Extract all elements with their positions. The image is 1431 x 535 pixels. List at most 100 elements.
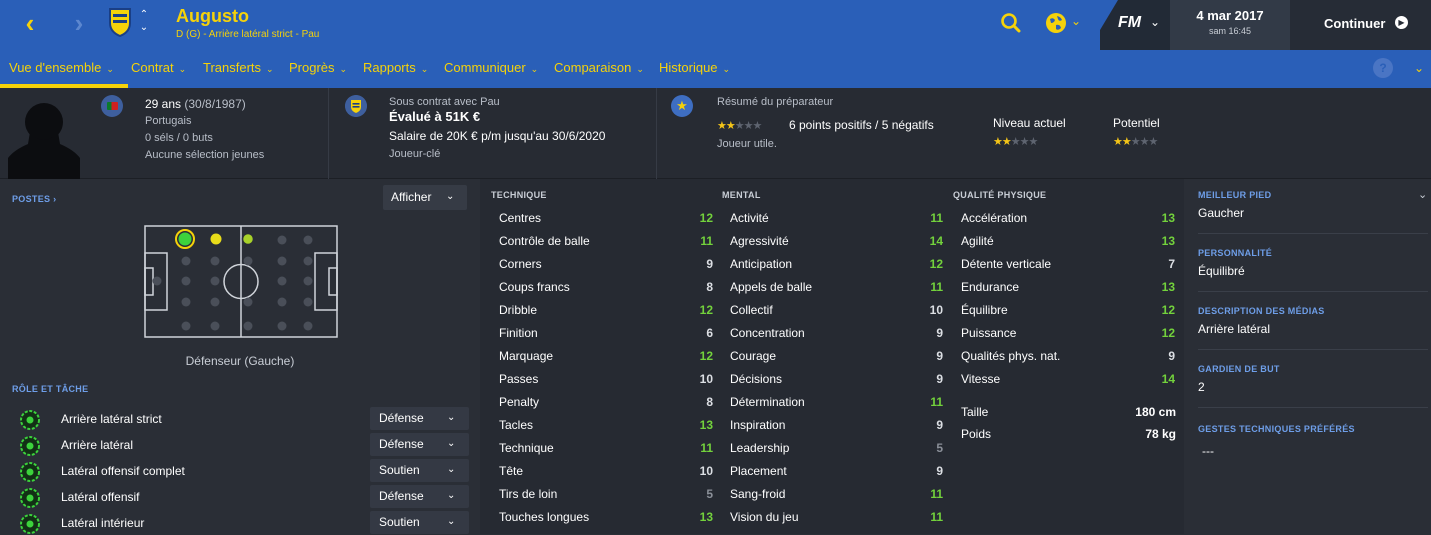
role-row[interactable]: Arrière latéral Défense ⌄ (0, 431, 480, 457)
player-switch-icon[interactable]: ⌃ ⌄ (137, 8, 151, 34)
attribute-row[interactable]: Penalty 8 (499, 391, 714, 414)
tab-history[interactable]: Historique ⌄ (659, 60, 730, 75)
attribute-value: 12 (699, 349, 713, 363)
attribute-row[interactable]: Concentration 9 (730, 322, 945, 345)
date-panel[interactable]: 4 mar 2017 sam 16:45 (1170, 0, 1290, 50)
search-icon[interactable] (998, 10, 1024, 36)
attribute-row[interactable]: Endurance 13 (961, 276, 1176, 299)
attribute-row[interactable]: Tacles 13 (499, 414, 714, 437)
attribute-row[interactable]: Détermination 11 (730, 391, 945, 414)
attribute-row[interactable]: Puissance 12 (961, 322, 1176, 345)
attribute-row[interactable]: Corners 9 (499, 253, 714, 276)
attribute-value: 10 (929, 303, 943, 317)
attribute-row[interactable]: Vision du jeu 11 (730, 506, 945, 529)
attribute-row[interactable]: Tirs de loin 5 (499, 483, 714, 506)
attribute-row[interactable]: Collectif 10 (730, 299, 945, 322)
attribute-value: 13 (1161, 211, 1175, 225)
rating-star-icon: ★ (743, 120, 754, 132)
tab-reports[interactable]: Rapports ⌄ (363, 60, 428, 75)
mental-header: MENTAL (722, 190, 761, 200)
role-row[interactable]: Latéral offensif complet Soutien ⌄ (0, 457, 480, 483)
attribute-row[interactable]: Coups francs 8 (499, 276, 714, 299)
attribute-name: Dribble (499, 303, 538, 317)
tab-compare[interactable]: Comparaison ⌄ (554, 60, 644, 75)
attribute-row[interactable]: Centres 12 (499, 207, 714, 230)
chevron-down-icon: ⌄ (106, 64, 114, 74)
tab-overview[interactable]: Vue d'ensemble ⌄ (9, 60, 114, 75)
divider (328, 88, 329, 179)
rating-star-icon: ★ (1028, 136, 1039, 148)
attribute-row[interactable]: Agressivité 14 (730, 230, 945, 253)
role-row[interactable]: Arrière latéral strict Défense ⌄ (0, 405, 480, 431)
attribute-row[interactable]: Agilité 13 (961, 230, 1176, 253)
duty-dropdown[interactable]: Défense ⌄ (370, 433, 469, 456)
attribute-row[interactable]: Inspiration 9 (730, 414, 945, 437)
attribute-value: 13 (699, 418, 713, 432)
attribute-row[interactable]: Appels de balle 11 (730, 276, 945, 299)
duty-dropdown[interactable]: Défense ⌄ (370, 485, 469, 508)
chevron-down-icon[interactable]: ⌄ (1418, 188, 1427, 201)
club-crest-icon[interactable] (108, 7, 132, 37)
tab-contract[interactable]: Contrat ⌄ (131, 60, 186, 75)
role-row[interactable]: Latéral offensif Défense ⌄ (0, 483, 480, 509)
attribute-value: 14 (929, 234, 943, 248)
fm-logo[interactable]: FM (1118, 14, 1141, 32)
club-badge-icon[interactable] (345, 95, 367, 117)
attribute-row[interactable]: Finition 6 (499, 322, 714, 345)
role-row[interactable]: Latéral intérieur Soutien ⌄ (0, 509, 480, 535)
continue-button[interactable]: Continuer ▶ (1290, 0, 1431, 50)
attribute-name: Leadership (730, 441, 790, 455)
attribute-row[interactable]: Détente verticale 7 (961, 253, 1176, 276)
best-foot-value: Gaucher (1198, 206, 1245, 220)
chevron-down-icon: ⌄ (447, 490, 456, 501)
goalkeeper-label: GARDIEN DE BUT (1198, 364, 1280, 374)
attribute-value: 9 (936, 464, 943, 478)
attribute-row[interactable]: Marquage 12 (499, 345, 714, 368)
personality-value: Équilibré (1198, 264, 1245, 278)
rating-star-icon: ★ (1139, 136, 1150, 148)
display-dropdown[interactable]: Afficher ⌄ (383, 185, 467, 210)
position-pitch[interactable] (144, 225, 338, 338)
positions-link[interactable]: POSTES › (12, 194, 56, 204)
globe-icon[interactable] (1043, 10, 1069, 36)
fm-chevron-icon[interactable]: ⌄ (1150, 15, 1160, 29)
attribute-row[interactable]: Contrôle de balle 11 (499, 230, 714, 253)
rating-star-icon: ★ (1148, 136, 1159, 148)
attribute-row[interactable]: Activité 11 (730, 207, 945, 230)
attribute-row[interactable]: Équilibre 12 (961, 299, 1176, 322)
attribute-row[interactable]: Dribble 12 (499, 299, 714, 322)
attribute-row[interactable]: Sang-froid 11 (730, 483, 945, 506)
attribute-value: 12 (1161, 303, 1175, 317)
attribute-row[interactable]: Passes 10 (499, 368, 714, 391)
attribute-name: Inspiration (730, 418, 786, 432)
goalkeeper-value: 2 (1198, 380, 1205, 394)
attribute-name: Décisions (730, 372, 783, 386)
help-icon[interactable]: ? (1373, 58, 1393, 78)
back-arrow-icon[interactable]: ‹ (15, 8, 45, 38)
attribute-row[interactable]: Décisions 9 (730, 368, 945, 391)
attribute-row[interactable]: Anticipation 12 (730, 253, 945, 276)
duty-dropdown[interactable]: Défense ⌄ (370, 407, 469, 430)
duty-dropdown[interactable]: Soutien ⌄ (370, 459, 469, 482)
attribute-row[interactable]: Vitesse 14 (961, 368, 1176, 391)
attribute-row[interactable]: Tête 10 (499, 460, 714, 483)
attribute-row[interactable]: Technique 11 (499, 437, 714, 460)
tab-transfers[interactable]: Transferts ⌄ (203, 60, 274, 75)
tab-progress[interactable]: Progrès ⌄ (289, 60, 347, 75)
attribute-row[interactable]: Accélération 13 (961, 207, 1176, 230)
globe-chevron-icon[interactable]: ⌄ (1071, 14, 1081, 28)
attribute-row[interactable]: Qualités phys. nat. 9 (961, 345, 1176, 368)
rating-star-icon: ★ (1113, 136, 1123, 148)
tab-communicate[interactable]: Communiquer ⌄ (444, 60, 538, 75)
duty-dropdown[interactable]: Soutien ⌄ (370, 511, 469, 534)
attribute-value: 9 (936, 349, 943, 363)
attribute-row[interactable]: Touches longues 13 (499, 506, 714, 529)
tabs-overflow-chevron-icon[interactable]: ⌄ (1414, 61, 1424, 75)
nationality-flag-icon[interactable] (101, 95, 123, 117)
attribute-row[interactable]: Leadership 5 (730, 437, 945, 460)
attribute-value: 11 (930, 395, 943, 409)
attribute-name: Corners (499, 257, 542, 271)
attribute-row[interactable]: Placement 9 (730, 460, 945, 483)
attribute-row[interactable]: Courage 9 (730, 345, 945, 368)
forward-arrow-icon[interactable]: › (64, 8, 94, 38)
